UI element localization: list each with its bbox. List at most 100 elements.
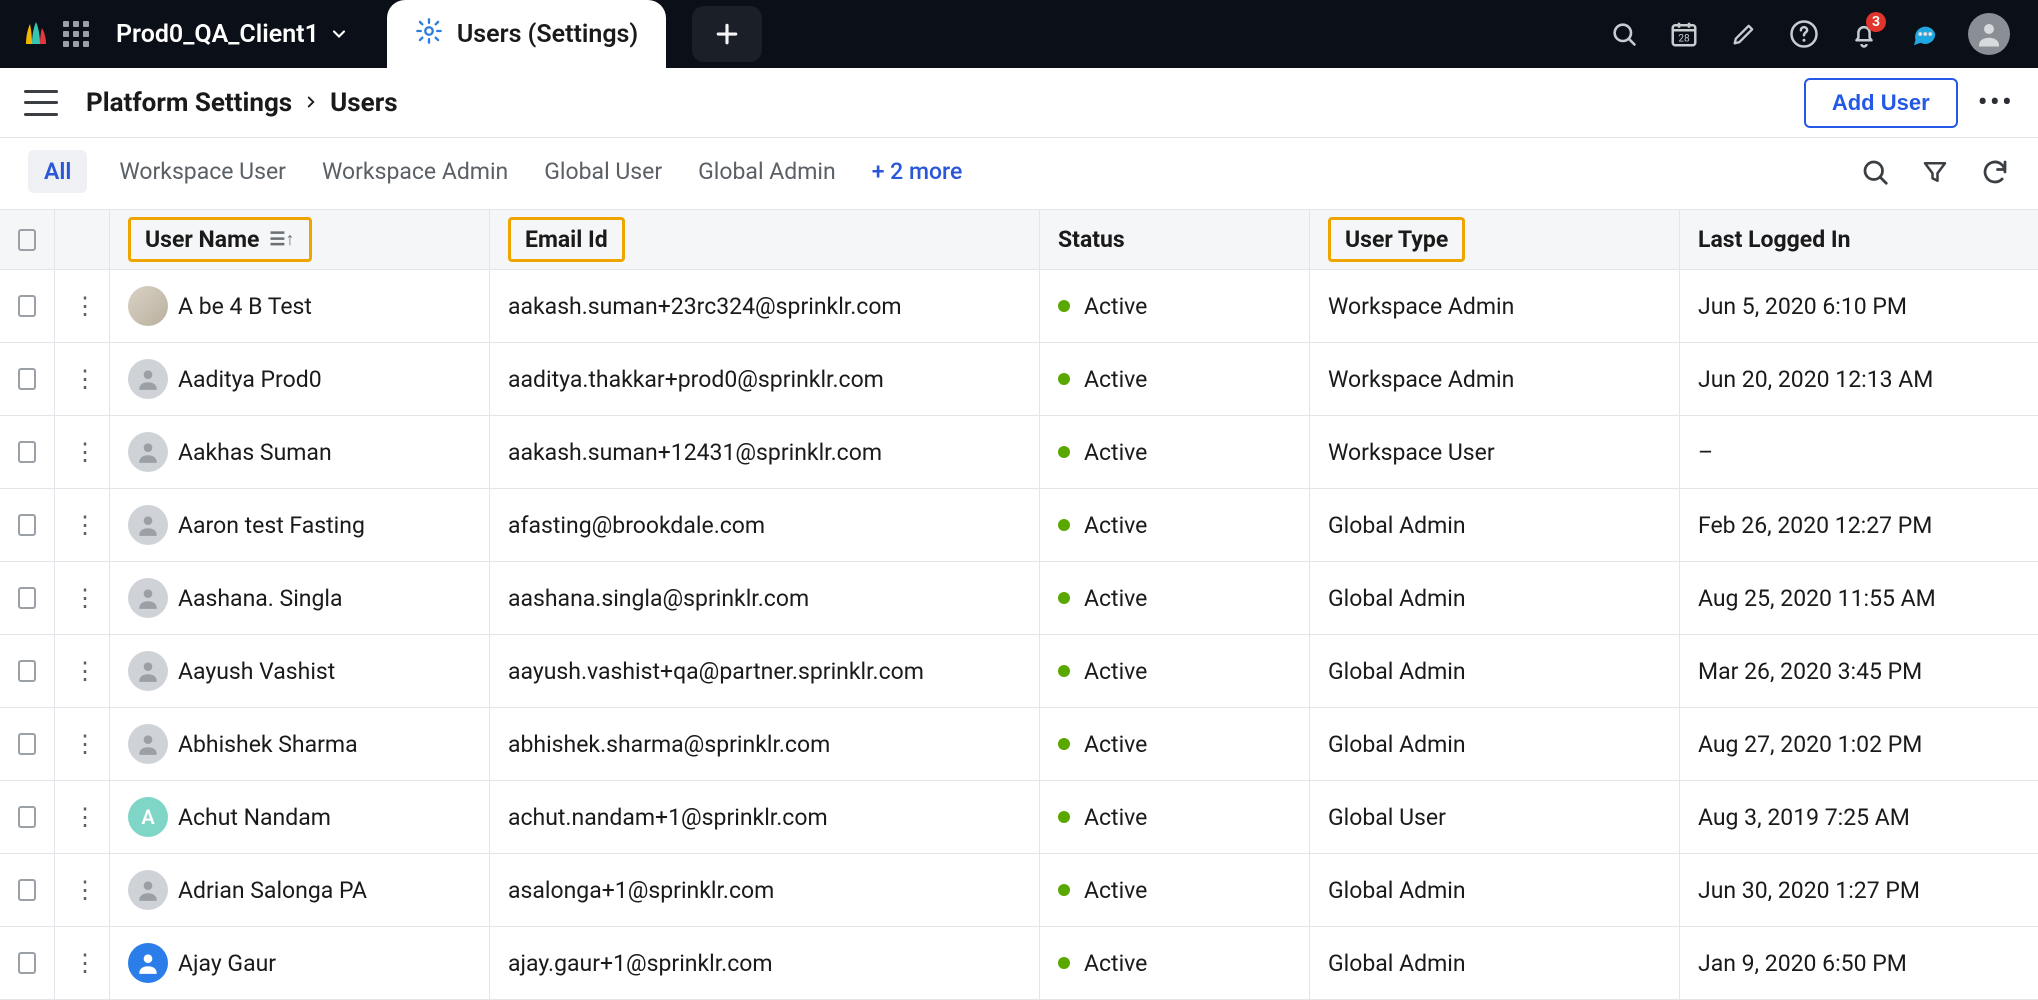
row-actions-menu[interactable]: ⋮: [73, 365, 97, 393]
status-text: Active: [1084, 731, 1147, 758]
filter-workspace-admin[interactable]: Workspace Admin: [318, 150, 512, 193]
row-checkbox[interactable]: [18, 587, 36, 609]
search-icon[interactable]: [1608, 18, 1640, 50]
row-actions-menu[interactable]: ⋮: [73, 584, 97, 612]
cell-actions[interactable]: ⋮: [55, 927, 110, 1000]
row-checkbox[interactable]: [18, 295, 36, 317]
cell-select[interactable]: [0, 416, 55, 489]
breadcrumb: Platform Settings Users: [86, 88, 398, 118]
crumb-root[interactable]: Platform Settings: [86, 88, 292, 118]
cell-actions[interactable]: ⋮: [55, 708, 110, 781]
menu-toggle[interactable]: [24, 90, 58, 116]
apps-grid-icon[interactable]: [62, 20, 90, 48]
col-last-login[interactable]: Last Logged In: [1680, 210, 2038, 270]
col-email[interactable]: Email Id: [490, 210, 1040, 270]
row-actions-menu[interactable]: ⋮: [73, 292, 97, 320]
help-icon[interactable]: [1788, 18, 1820, 50]
cell-user-name[interactable]: Aakhas Suman: [110, 416, 490, 489]
cell-user-name[interactable]: Abhishek Sharma: [110, 708, 490, 781]
cell-actions[interactable]: ⋮: [55, 416, 110, 489]
cell-actions[interactable]: ⋮: [55, 781, 110, 854]
user-email: abhishek.sharma@sprinklr.com: [508, 731, 830, 758]
row-actions-menu[interactable]: ⋮: [73, 876, 97, 904]
row-actions-menu[interactable]: ⋮: [73, 511, 97, 539]
row-actions-menu[interactable]: ⋮: [73, 657, 97, 685]
cell-user-name[interactable]: AAchut Nandam: [110, 781, 490, 854]
user-avatar: [128, 724, 168, 764]
row-actions-menu[interactable]: ⋮: [73, 949, 97, 977]
app-logo[interactable]: [18, 18, 50, 50]
cell-user-type: Global Admin: [1310, 708, 1680, 781]
row-checkbox[interactable]: [18, 441, 36, 463]
new-tab-button[interactable]: [692, 6, 762, 62]
filter-global-admin[interactable]: Global Admin: [694, 150, 840, 193]
cell-select[interactable]: [0, 927, 55, 1000]
cell-actions[interactable]: ⋮: [55, 635, 110, 708]
col-select-all[interactable]: [0, 210, 55, 270]
cell-select[interactable]: [0, 708, 55, 781]
row-checkbox[interactable]: [18, 733, 36, 755]
cell-select[interactable]: [0, 270, 55, 343]
profile-avatar[interactable]: [1968, 13, 2010, 55]
row-actions-menu[interactable]: ⋮: [73, 803, 97, 831]
chat-icon[interactable]: [1908, 18, 1940, 50]
status-dot-icon: [1058, 592, 1070, 604]
cell-actions[interactable]: ⋮: [55, 562, 110, 635]
notifications-icon[interactable]: 3: [1848, 18, 1880, 50]
cell-user-name[interactable]: Aaditya Prod0: [110, 343, 490, 416]
cell-select[interactable]: [0, 781, 55, 854]
active-tab-label: Users (Settings): [457, 20, 638, 49]
cell-last-login: Aug 3, 2019 7:25 AM: [1680, 781, 2038, 854]
row-checkbox[interactable]: [18, 806, 36, 828]
row-actions-menu[interactable]: ⋮: [73, 730, 97, 758]
checkbox[interactable]: [18, 229, 36, 251]
subbar-right: Add User •••: [1804, 78, 2014, 128]
cell-actions[interactable]: ⋮: [55, 489, 110, 562]
last-login: Aug 27, 2020 1:02 PM: [1698, 731, 1922, 758]
cell-user-name[interactable]: Adrian Salonga PA: [110, 854, 490, 927]
row-checkbox[interactable]: [18, 879, 36, 901]
cell-email: abhishek.sharma@sprinklr.com: [490, 708, 1040, 781]
cell-actions[interactable]: ⋮: [55, 343, 110, 416]
filter-all[interactable]: All: [28, 150, 87, 193]
row-checkbox[interactable]: [18, 514, 36, 536]
user-email: ajay.gaur+1@sprinklr.com: [508, 950, 773, 977]
add-user-button[interactable]: Add User: [1804, 78, 1958, 128]
calendar-icon[interactable]: 28: [1668, 18, 1700, 50]
cell-actions[interactable]: ⋮: [55, 270, 110, 343]
cell-user-name[interactable]: Aayush Vashist: [110, 635, 490, 708]
cell-select[interactable]: [0, 562, 55, 635]
cell-select[interactable]: [0, 489, 55, 562]
row-checkbox[interactable]: [18, 660, 36, 682]
status-dot-icon: [1058, 884, 1070, 896]
cell-user-name[interactable]: Ajay Gaur: [110, 927, 490, 1000]
cell-actions[interactable]: ⋮: [55, 854, 110, 927]
row-checkbox[interactable]: [18, 952, 36, 974]
col-user-type[interactable]: User Type: [1310, 210, 1680, 270]
cell-select[interactable]: [0, 635, 55, 708]
cell-user-name[interactable]: A be 4 B Test: [110, 270, 490, 343]
filter-global-user[interactable]: Global User: [540, 150, 666, 193]
filter-more[interactable]: + 2 more: [868, 150, 967, 193]
row-checkbox[interactable]: [18, 368, 36, 390]
row-actions-menu[interactable]: ⋮: [73, 438, 97, 466]
more-actions-button[interactable]: •••: [1978, 85, 2014, 120]
status-dot-icon: [1058, 811, 1070, 823]
col-status[interactable]: Status: [1040, 210, 1310, 270]
cell-user-name[interactable]: Aashana. Singla: [110, 562, 490, 635]
edit-icon[interactable]: [1728, 18, 1760, 50]
cell-select[interactable]: [0, 343, 55, 416]
cell-select[interactable]: [0, 854, 55, 927]
col-user-name[interactable]: User Name☰↑: [110, 210, 490, 270]
filter-workspace-user[interactable]: Workspace User: [115, 150, 290, 193]
cell-user-name[interactable]: Aaron test Fasting: [110, 489, 490, 562]
workspace-switcher[interactable]: Prod0_QA_Client1: [102, 20, 363, 49]
table-search-icon[interactable]: [1860, 157, 1890, 187]
refresh-icon[interactable]: [1980, 157, 2010, 187]
user-email: aashana.singla@sprinklr.com: [508, 585, 809, 612]
cell-email: aaditya.thakkar+prod0@sprinklr.com: [490, 343, 1040, 416]
last-login: Jun 30, 2020 1:27 PM: [1698, 877, 1920, 904]
tab-users-settings[interactable]: Users (Settings): [387, 0, 666, 68]
cell-status: Active: [1040, 635, 1310, 708]
filter-icon[interactable]: [1920, 157, 1950, 187]
